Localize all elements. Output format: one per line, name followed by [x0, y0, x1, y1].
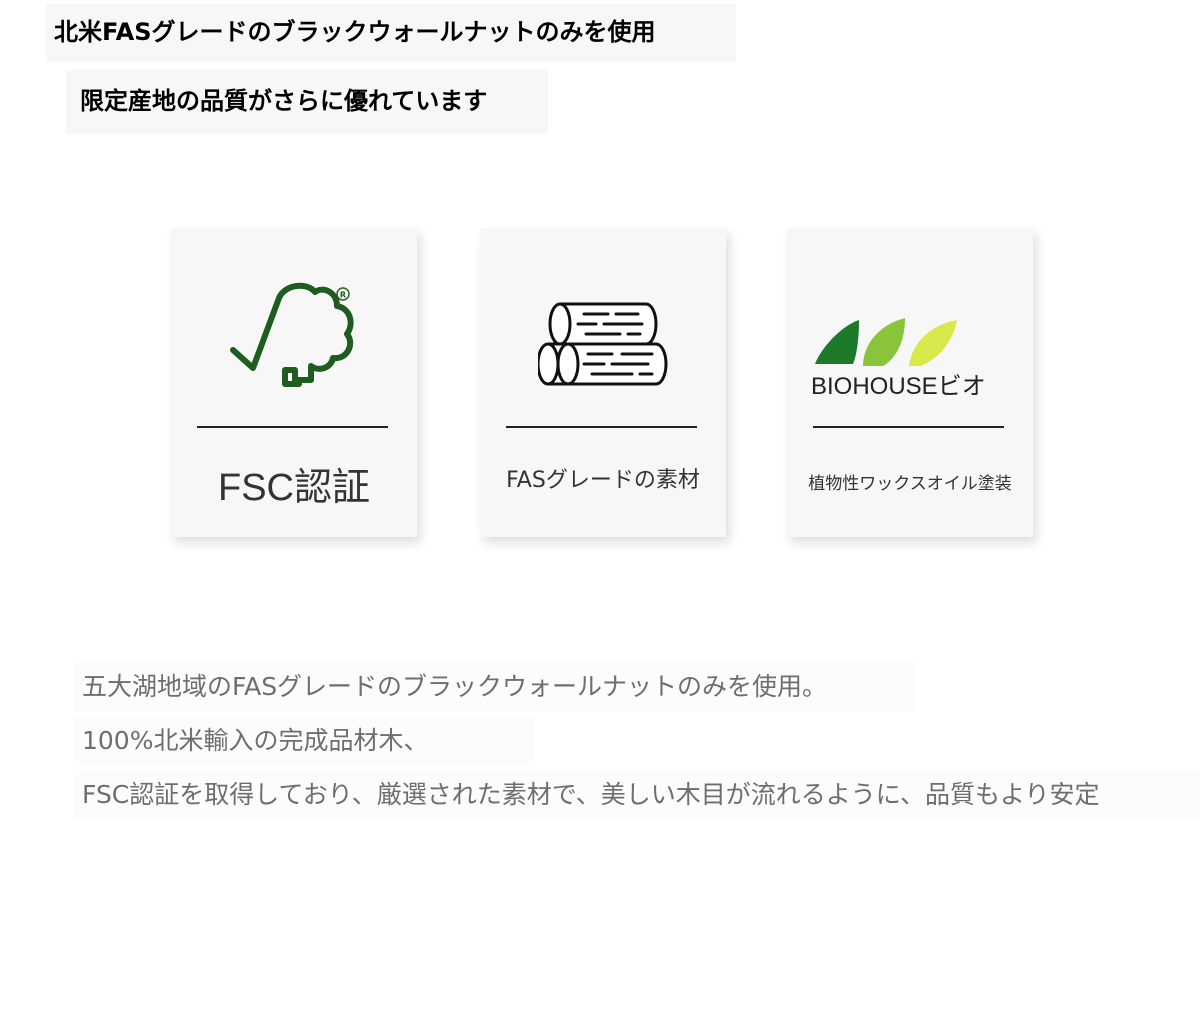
fsc-tree-check-icon: R: [230, 282, 354, 387]
body-text-line: 100%北米輸入の完成品材木、: [74, 716, 534, 766]
card-divider: [813, 426, 1004, 428]
biohouse-leaves-logo: [815, 318, 957, 366]
fas-label: FASグレードの素材: [506, 468, 700, 493]
feature-card-fas: FASグレードの素材: [480, 228, 726, 537]
svg-text:R: R: [340, 291, 346, 300]
page-subtitle: 限定産地の品質がさらに優れています: [66, 70, 548, 134]
card-divider: [197, 426, 388, 428]
fsc-label: FSC認証: [217, 467, 370, 509]
bio-label: 植物性ワックスオイル塗装: [808, 474, 1012, 494]
stacked-logs-icon: [538, 302, 668, 386]
page-title: 北米FASグレードのブラックウォールナットのみを使用: [46, 4, 736, 62]
feature-card-fsc: R FSC認証: [171, 228, 417, 537]
card-divider: [506, 426, 697, 428]
feature-card-bio: BIOHOUSEビオ 植物性ワックスオイル塗装: [787, 228, 1033, 537]
body-text-line: 五大湖地域のFASグレードのブラックウォールナットのみを使用。: [74, 662, 914, 712]
body-text-line: FSC認証を取得しており、厳選された素材で、美しい木目が流れるように、品質もより…: [74, 770, 1200, 820]
biohouse-brand: BIOHOUSEビオ: [811, 373, 986, 400]
